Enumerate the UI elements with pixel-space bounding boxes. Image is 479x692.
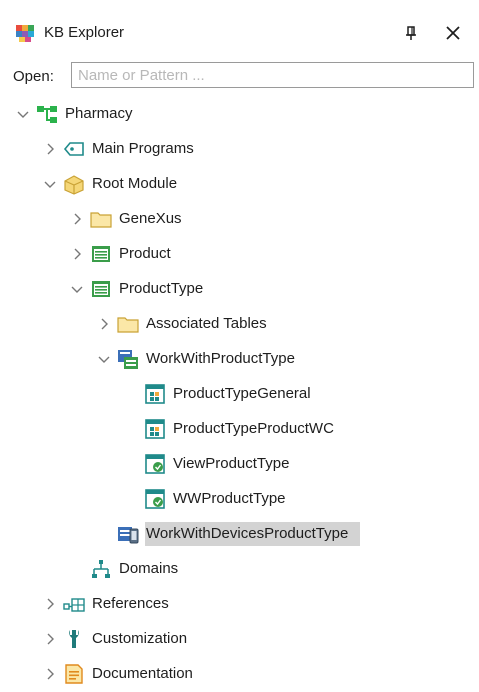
module-icon [64,175,84,195]
folder-icon [90,212,112,228]
tree-node-product[interactable]: Product [70,241,174,267]
web-panel-icon [145,454,165,474]
tree-node-label: Root Module [92,175,178,192]
tree-node-label: Associated Tables [146,315,267,332]
web-panel-icon [145,489,165,509]
tree-node-workwithproducttype[interactable]: WorkWithProductType [97,346,298,372]
chevron-right-icon[interactable] [43,632,57,646]
references-icon [63,598,85,612]
domains-icon [92,560,110,578]
tree-node-wwproducttype[interactable]: WWProductType [124,486,289,512]
tree-node-label: Documentation [92,665,193,682]
tree-node-producttypeproductwc[interactable]: ProductTypeProductWC [124,416,337,442]
work-with-pattern-icon [118,350,138,369]
transaction-icon [92,246,110,262]
tree-node-label: WorkWithDevicesProductType [145,522,361,546]
tree-node-producttype[interactable]: ProductType [70,276,206,302]
tree-node-label: WWProductType [173,490,286,507]
tree-node-main-programs[interactable]: Main Programs [43,136,197,162]
tree-node-workwithdevicesproducttype[interactable]: WorkWithDevicesProductType [97,521,361,547]
chevron-down-icon[interactable] [43,177,57,191]
tree-node-root-module[interactable]: Root Module [43,171,180,197]
chevron-down-icon[interactable] [97,352,111,366]
chevron-right-icon[interactable] [70,247,84,261]
tree-node-pharmacy[interactable]: Pharmacy [16,101,136,127]
transaction-icon [92,281,110,297]
chevron-down-icon[interactable] [70,282,84,296]
kb-tree: Pharmacy Main Programs Root Module GeneX… [0,0,479,692]
web-component-icon [145,419,165,439]
tree-node-label: Domains [119,560,179,577]
tree-node-label: Main Programs [92,140,194,157]
chevron-right-icon[interactable] [70,212,84,226]
chevron-right-icon[interactable] [43,597,57,611]
tree-node-label: GeneXus [119,210,182,227]
tree-node-label: Pharmacy [65,105,133,122]
chevron-right-icon[interactable] [43,667,57,681]
tree-node-label: ProductTypeGeneral [173,385,311,402]
tree-node-references[interactable]: References [43,591,172,617]
tree-node-viewproducttype[interactable]: ViewProductType [124,451,292,477]
tree-node-customization[interactable]: Customization [43,626,190,652]
tree-node-label: ProductType [119,280,204,297]
tree-node-genexus[interactable]: GeneXus [70,206,185,232]
kb-root-icon [37,106,57,123]
tree-node-associated-tables[interactable]: Associated Tables [97,311,270,337]
tree-node-label: WorkWithProductType [146,350,295,367]
kb-explorer-panel: KB Explorer Open: Name or Pattern ... Ph… [0,0,479,692]
customization-icon [69,630,79,648]
tree-node-label: References [92,595,169,612]
tree-node-label: Customization [92,630,188,647]
work-with-devices-icon [118,527,139,544]
chevron-down-icon[interactable] [16,107,30,121]
main-programs-icon [63,142,84,156]
tree-node-documentation[interactable]: Documentation [43,661,196,687]
tree-node-producttypegeneral[interactable]: ProductTypeGeneral [124,381,314,407]
folder-icon [117,317,139,333]
chevron-right-icon[interactable] [43,142,57,156]
tree-node-label: ProductTypeProductWC [173,420,334,437]
chevron-right-icon[interactable] [97,317,111,331]
documentation-icon [65,664,83,684]
tree-node-domains[interactable]: Domains [70,556,181,582]
tree-node-label: ViewProductType [173,455,290,472]
tree-node-label: Product [119,245,171,262]
web-component-icon [145,384,165,404]
